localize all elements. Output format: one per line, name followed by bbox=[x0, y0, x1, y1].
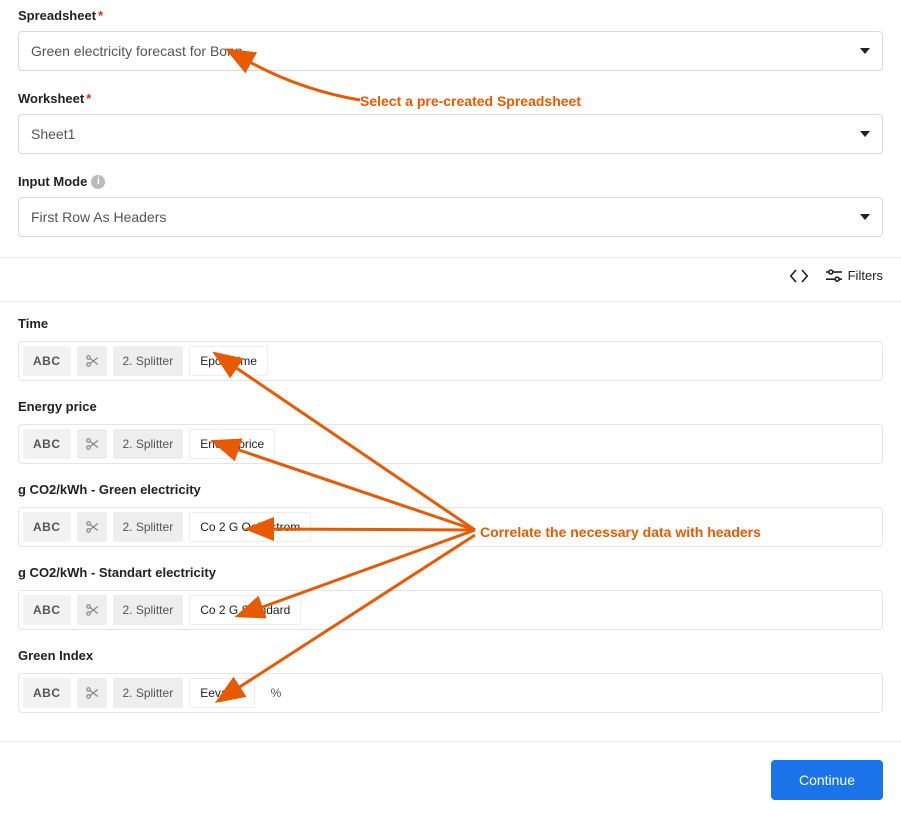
filters-label: Filters bbox=[848, 268, 883, 283]
field-block: Energy price ABC 2. SplitterEnergyprice bbox=[18, 399, 883, 464]
type-chip-abc[interactable]: ABC bbox=[23, 429, 71, 459]
worksheet-label: Worksheet* bbox=[18, 91, 883, 106]
spreadsheet-select[interactable]: Green electricity forecast for Bonn bbox=[18, 31, 883, 71]
continue-button[interactable]: Continue bbox=[771, 760, 883, 800]
suffix-chip: % bbox=[261, 678, 292, 708]
scissors-icon[interactable] bbox=[77, 346, 107, 376]
spreadsheet-value: Green electricity forecast for Bonn bbox=[31, 43, 243, 59]
type-chip-abc[interactable]: ABC bbox=[23, 595, 71, 625]
field-row[interactable]: ABC 2. SplitterCo 2 G Oekostrom bbox=[18, 507, 883, 547]
type-chip-abc[interactable]: ABC bbox=[23, 512, 71, 542]
scissors-icon[interactable] bbox=[77, 512, 107, 542]
field-block: Green Index ABC 2. SplitterEevalue% bbox=[18, 648, 883, 713]
splitter-chip[interactable]: 2. Splitter bbox=[113, 595, 184, 625]
chevron-down-icon bbox=[860, 48, 870, 54]
chevron-down-icon bbox=[860, 214, 870, 220]
inputmode-label: Input Mode i bbox=[18, 174, 883, 189]
value-chip[interactable]: Co 2 G Standard bbox=[189, 595, 301, 625]
value-chip[interactable]: Epochtime bbox=[189, 346, 268, 376]
field-block: g CO2/kWh - Green electricity ABC 2. Split… bbox=[18, 482, 883, 547]
filters-button[interactable]: Filters bbox=[826, 268, 883, 283]
field-label: Time bbox=[18, 316, 883, 331]
field-block: Time ABC 2. SplitterEpochtime bbox=[18, 316, 883, 381]
splitter-chip[interactable]: 2. Splitter bbox=[113, 346, 184, 376]
info-icon[interactable]: i bbox=[91, 175, 105, 189]
scissors-icon[interactable] bbox=[77, 595, 107, 625]
type-chip-abc[interactable]: ABC bbox=[23, 678, 71, 708]
field-row[interactable]: ABC 2. SplitterCo 2 G Standard bbox=[18, 590, 883, 630]
splitter-chip[interactable]: 2. Splitter bbox=[113, 429, 184, 459]
inputmode-select[interactable]: First Row As Headers bbox=[18, 197, 883, 237]
field-label: g CO2/kWh - Green electricity bbox=[18, 482, 883, 497]
field-row[interactable]: ABC 2. SplitterEevalue% bbox=[18, 673, 883, 713]
scissors-icon[interactable] bbox=[77, 678, 107, 708]
required-mark: * bbox=[86, 91, 91, 106]
chevron-down-icon bbox=[860, 131, 870, 137]
splitter-chip[interactable]: 2. Splitter bbox=[113, 678, 184, 708]
spreadsheet-label: Spreadsheet* bbox=[18, 8, 883, 23]
required-mark: * bbox=[98, 8, 103, 23]
type-chip-abc[interactable]: ABC bbox=[23, 346, 71, 376]
inputmode-value: First Row As Headers bbox=[31, 209, 166, 225]
fields-section: TimeABC2. SplitterEpochtimeEnergy priceA… bbox=[0, 302, 901, 741]
scissors-icon[interactable] bbox=[77, 429, 107, 459]
value-chip[interactable]: Energyprice bbox=[189, 429, 275, 459]
worksheet-value: Sheet1 bbox=[31, 126, 75, 142]
toolbar: Filters bbox=[0, 257, 901, 302]
footer: Continue bbox=[0, 741, 901, 818]
value-chip[interactable]: Co 2 G Oekostrom bbox=[189, 512, 311, 542]
worksheet-select[interactable]: Sheet1 bbox=[18, 114, 883, 154]
code-view-button[interactable] bbox=[790, 269, 808, 283]
field-block: g CO2/kWh - Standart electricity ABC 2. Sp… bbox=[18, 565, 883, 630]
field-label: Energy price bbox=[18, 399, 883, 414]
splitter-chip[interactable]: 2. Splitter bbox=[113, 512, 184, 542]
field-label: Green Index bbox=[18, 648, 883, 663]
field-row[interactable]: ABC 2. SplitterEnergyprice bbox=[18, 424, 883, 464]
value-chip[interactable]: Eevalue bbox=[189, 678, 254, 708]
field-label: g CO2/kWh - Standart electricity bbox=[18, 565, 883, 580]
field-row[interactable]: ABC 2. SplitterEpochtime bbox=[18, 341, 883, 381]
